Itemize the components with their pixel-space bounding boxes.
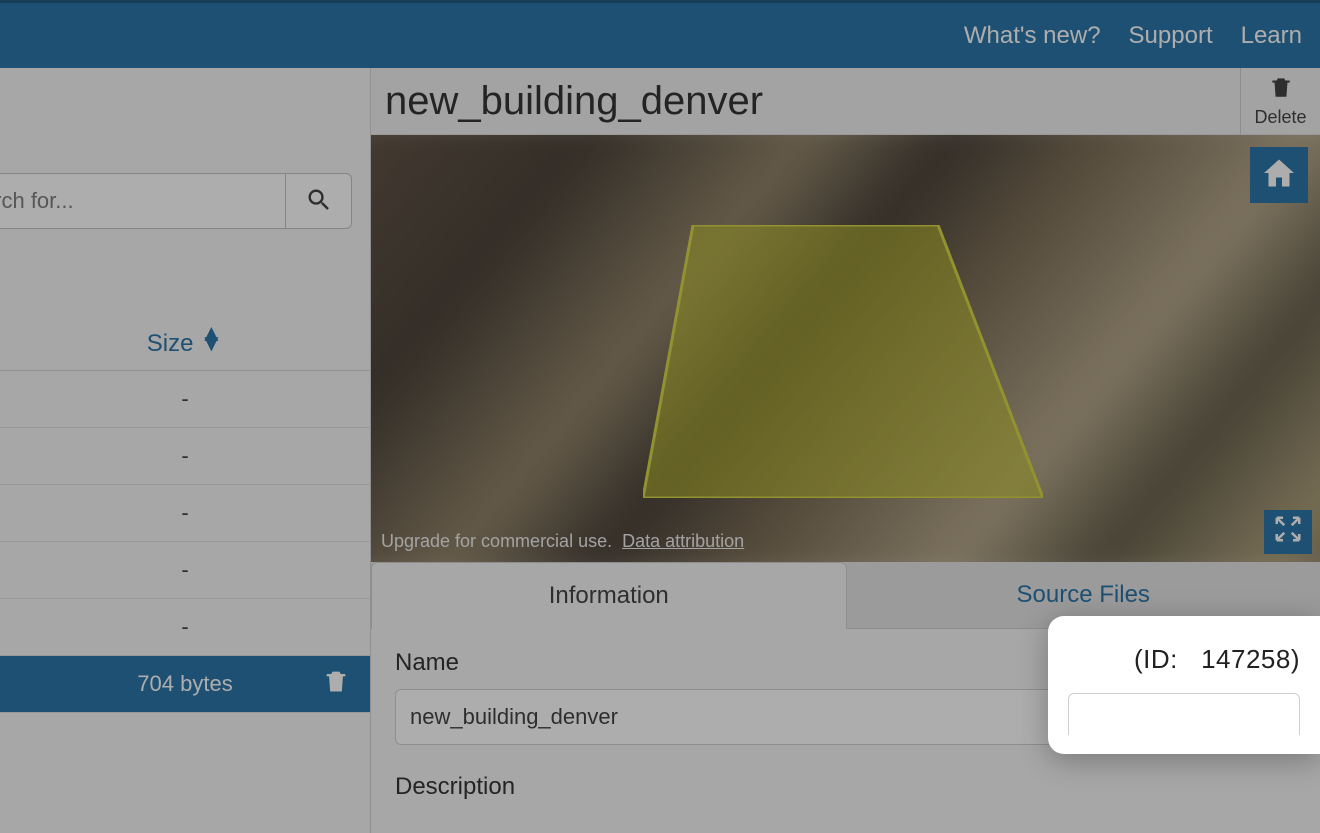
list-item-selected[interactable]: 704 bytes (0, 656, 370, 713)
home-icon (1261, 155, 1297, 196)
spotlight-callout: (ID: 147258) (1048, 616, 1320, 754)
home-button[interactable] (1250, 147, 1308, 203)
search-icon (305, 186, 333, 217)
list-item[interactable]: - (0, 428, 370, 485)
fullscreen-button[interactable] (1264, 510, 1312, 554)
geometry-overlay (643, 225, 1043, 498)
tab-information[interactable]: Information (371, 562, 847, 629)
left-panel: Size▲▼ - - - - - 704 bytes (0, 68, 371, 833)
description-label: Description (395, 773, 1296, 801)
trash-icon (1268, 87, 1294, 104)
list-item[interactable]: - (0, 542, 370, 599)
search-input[interactable] (0, 173, 286, 229)
support-link[interactable]: Support (1129, 22, 1213, 50)
id-value: 147258) (1201, 644, 1300, 674)
id-label: (ID: (1134, 644, 1178, 674)
list-item[interactable]: - (0, 371, 370, 428)
search-button[interactable] (286, 173, 352, 229)
sort-icon: ▲▼ (199, 329, 223, 349)
list-item[interactable]: - (0, 599, 370, 656)
name-label: Name (395, 649, 459, 677)
size-column-header[interactable]: Size▲▼ (0, 317, 370, 371)
attribution-text: Upgrade for commercial use. Data attribu… (381, 531, 744, 552)
expand-icon (1273, 514, 1303, 549)
learn-link[interactable]: Learn (1241, 22, 1302, 50)
delete-button[interactable]: Delete (1240, 68, 1320, 134)
whats-new-link[interactable]: What's new? (964, 22, 1101, 50)
asset-title: new_building_denver (371, 69, 1240, 134)
list-item[interactable]: - (0, 485, 370, 542)
name-field-slice (1068, 693, 1300, 735)
map-preview[interactable]: Upgrade for commercial use. Data attribu… (371, 135, 1320, 562)
topbar: What's new? Support Learn (0, 0, 1320, 68)
data-attribution-link[interactable]: Data attribution (622, 531, 744, 551)
trash-icon[interactable] (322, 667, 350, 701)
